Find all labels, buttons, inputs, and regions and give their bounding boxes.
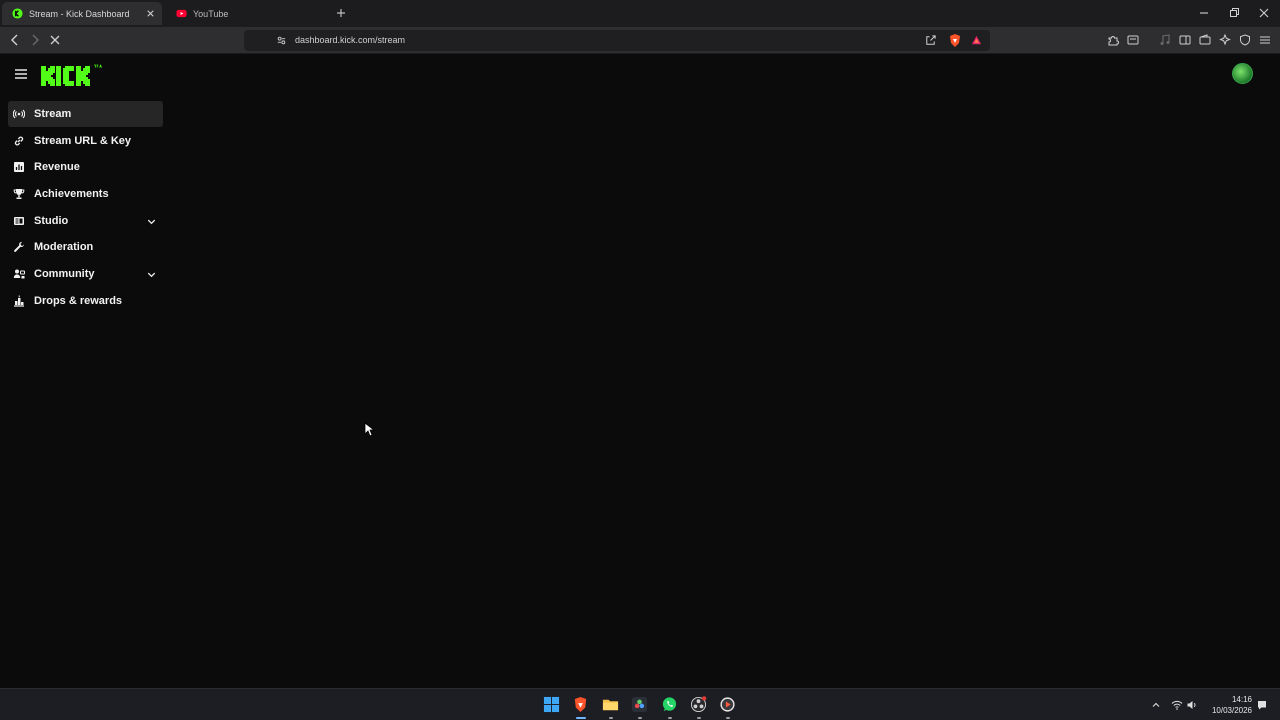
sidebar-item-stream[interactable]: Stream	[8, 101, 163, 127]
media-controls-icon[interactable]	[1158, 33, 1172, 47]
restore-icon[interactable]	[1227, 6, 1241, 20]
obs-icon[interactable]	[690, 696, 707, 713]
stop-loading-icon[interactable]	[48, 33, 62, 47]
wallet-icon[interactable]	[1198, 33, 1212, 47]
tab-kick-dashboard[interactable]: Stream - Kick Dashboard	[2, 2, 162, 25]
menu-icon[interactable]	[1258, 33, 1272, 47]
clock-time: 14:16	[1231, 695, 1252, 704]
running-app-indicator	[697, 717, 701, 719]
tab-title: Stream - Kick Dashboard	[29, 8, 130, 19]
chevron-down-icon[interactable]	[146, 269, 157, 280]
mouse-cursor-icon	[364, 422, 374, 437]
notification-icon[interactable]	[1256, 699, 1268, 711]
sidebar-nav: Stream Stream URL & Key Revenue Achievem…	[8, 101, 163, 315]
sidebar-item-label: Stream URL & Key	[34, 134, 131, 147]
windows-start-icon[interactable]	[543, 696, 560, 713]
sidebar-item-label: Community	[34, 268, 95, 281]
whatsapp-icon[interactable]	[661, 696, 678, 713]
community-icon	[13, 269, 25, 279]
running-app-indicator	[638, 717, 642, 719]
sidebar-item-revenue[interactable]: Revenue	[8, 154, 163, 180]
tab-youtube[interactable]: YouTube	[166, 2, 326, 25]
brave-rewards-icon[interactable]	[970, 34, 983, 47]
broadcast-icon	[13, 109, 25, 119]
drops-icon	[14, 295, 24, 307]
sidebar-item-stream-url-key[interactable]: Stream URL & Key	[8, 128, 163, 154]
close-tab-icon[interactable]	[145, 8, 156, 19]
sidebar-item-label: Stream	[34, 108, 72, 120]
active-app-indicator	[576, 717, 586, 719]
share-icon[interactable]	[924, 34, 937, 47]
clock-date: 10/03/2026	[1211, 706, 1252, 715]
sidebar-item-community[interactable]: Community	[8, 261, 163, 287]
back-icon[interactable]	[8, 33, 22, 47]
volume-icon[interactable]	[1186, 699, 1198, 711]
running-app-indicator	[668, 717, 672, 719]
extensions-icon[interactable]	[1106, 33, 1120, 47]
sidebar-item-label: Drops & rewards	[34, 294, 123, 307]
leo-ai-icon[interactable]	[1218, 33, 1232, 47]
browser-toolbar: dashboard.kick.com/stream	[0, 27, 1280, 54]
vpn-shield-icon[interactable]	[1238, 33, 1252, 47]
site-info-icon[interactable]	[276, 35, 287, 46]
davinci-resolve-icon[interactable]	[631, 696, 648, 713]
chevron-down-icon[interactable]	[146, 216, 157, 227]
running-app-indicator	[726, 717, 730, 719]
system-clock[interactable]: 14:16 10/03/2026	[1204, 694, 1252, 716]
chevron-up-icon[interactable]	[1150, 699, 1162, 711]
studio-icon	[14, 216, 24, 225]
tab-search-icon[interactable]	[1126, 33, 1140, 47]
sidebar-item-achievements[interactable]: Achievements	[8, 181, 163, 207]
address-bar[interactable]: dashboard.kick.com/stream	[244, 30, 990, 51]
kick-logo[interactable]	[40, 63, 110, 87]
running-app-indicator	[609, 717, 613, 719]
sidebar-item-label: Studio	[34, 214, 69, 227]
new-tab-icon[interactable]	[334, 6, 348, 20]
youtube-favicon-icon	[176, 9, 187, 18]
kick-dashboard-page: Stream Stream URL & Key Revenue Achievem…	[0, 54, 1280, 688]
link-icon	[14, 136, 24, 146]
trophy-icon	[13, 189, 25, 200]
brave-browser-icon[interactable]	[572, 696, 589, 713]
url-text[interactable]: dashboard.kick.com/stream	[295, 35, 405, 45]
browser-tab-strip: Stream - Kick Dashboard YouTube	[0, 0, 1280, 27]
close-window-icon[interactable]	[1257, 6, 1271, 20]
wrench-icon	[14, 242, 24, 253]
sidebar-item-studio[interactable]: Studio	[8, 208, 163, 234]
brave-shields-icon[interactable]	[948, 33, 962, 48]
wifi-icon[interactable]	[1171, 699, 1183, 711]
hamburger-menu-icon[interactable]	[14, 68, 28, 80]
user-avatar[interactable]	[1232, 63, 1253, 84]
sidebar-item-drops-rewards[interactable]: Drops & rewards	[8, 288, 163, 314]
file-explorer-icon[interactable]	[602, 696, 619, 713]
tab-title: YouTube	[193, 8, 229, 19]
kick-favicon-icon	[12, 8, 23, 19]
sidebar-item-label: Revenue	[34, 161, 80, 174]
media-player-icon[interactable]	[719, 696, 736, 713]
windows-taskbar: 14:16 10/03/2026	[0, 688, 1280, 720]
forward-icon[interactable]	[28, 33, 42, 47]
chart-icon	[14, 162, 24, 173]
sidebar-item-label: Moderation	[34, 241, 94, 254]
sidebar-item-label: Achievements	[34, 188, 109, 201]
minimize-icon[interactable]	[1197, 6, 1211, 20]
sidebar-toggle-icon[interactable]	[1178, 33, 1192, 47]
sidebar-item-moderation[interactable]: Moderation	[8, 234, 163, 260]
